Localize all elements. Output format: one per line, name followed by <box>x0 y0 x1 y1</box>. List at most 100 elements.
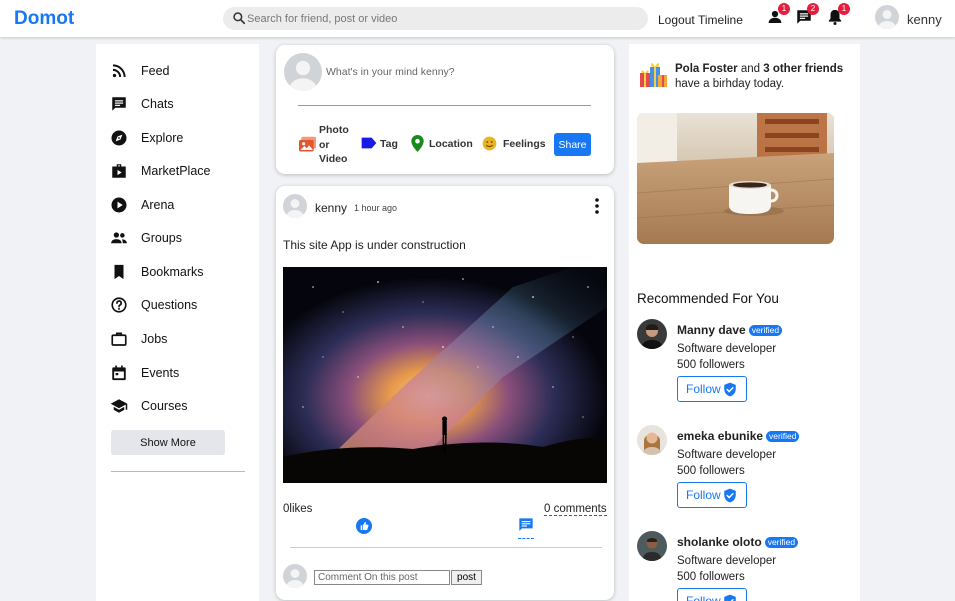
follow-label: Follow <box>686 382 721 396</box>
location-label: Location <box>429 138 473 150</box>
school-icon <box>110 399 128 413</box>
location-icon <box>411 135 424 152</box>
sidebar-item-explore[interactable]: Explore <box>110 127 250 149</box>
sidebar-item-arena[interactable]: Arena <box>110 194 250 216</box>
like-count: 0likes <box>283 503 313 515</box>
search-bar[interactable] <box>223 7 648 30</box>
follow-button[interactable]: Follow <box>677 482 747 508</box>
sidebar-item-events[interactable]: Events <box>110 362 250 384</box>
sidebar-item-groups[interactable]: Groups <box>110 227 250 249</box>
recommended-name[interactable]: sholanke oloto verified <box>677 535 799 549</box>
right-sidebar: Pola Foster and 3 other friends have a b… <box>629 44 860 601</box>
sidebar-item-label: Courses <box>141 399 188 413</box>
photo-label-line-2: or <box>319 138 330 151</box>
birthday-notice: Pola Foster and 3 other friends have a b… <box>675 62 855 92</box>
recommended-user: emeka ebunike verified Software developer… <box>637 425 852 525</box>
current-username[interactable]: kenny <box>907 12 942 27</box>
tag-option[interactable]: Tag <box>361 137 401 151</box>
recommended-followers: 500 followers <box>677 571 745 583</box>
recommended-job: Software developer <box>677 555 777 567</box>
comment-count[interactable]: 0 comments <box>544 503 607 516</box>
bookmark-icon <box>114 264 124 280</box>
sidebar-item-label: Chats <box>141 97 174 111</box>
sidebar-item-label: Feed <box>141 64 170 78</box>
recommended-name-text: Manny dave <box>677 323 746 337</box>
sidebar-item-label: Explore <box>141 131 184 145</box>
user-avatar[interactable] <box>875 5 899 29</box>
feelings-option[interactable]: Feelings <box>482 136 550 152</box>
photo-label-line-1: Photo <box>319 124 349 136</box>
photo-video-label: Photo or Video <box>319 123 349 167</box>
comment-input[interactable] <box>314 570 450 585</box>
tag-label: Tag <box>380 138 398 150</box>
recommended-job: Software developer <box>677 449 777 461</box>
timeline-link[interactable]: Timeline <box>698 13 743 27</box>
app-logo[interactable]: Domot <box>14 8 74 30</box>
post-author-avatar[interactable] <box>283 194 307 218</box>
sidebar-item-questions[interactable]: Questions <box>110 294 250 316</box>
messages-button[interactable]: 2 <box>795 3 819 26</box>
sidebar-item-label: Arena <box>141 198 175 212</box>
recommended-avatar[interactable] <box>637 319 667 349</box>
follow-label: Follow <box>686 488 721 502</box>
verified-shield-icon <box>724 594 736 601</box>
gift-icon <box>640 63 667 87</box>
photo-icon <box>299 136 316 152</box>
show-more-button[interactable]: Show More <box>111 430 225 455</box>
person-photo <box>637 425 667 455</box>
sidebar-divider <box>111 471 245 472</box>
recommended-name[interactable]: Manny dave verified <box>677 323 783 337</box>
comment-icon <box>519 518 533 531</box>
logout-link[interactable]: Logout <box>658 13 695 27</box>
default-avatar-icon <box>286 199 304 218</box>
create-post-card: Photo or Video Tag Location Feelings Share <box>276 45 614 174</box>
share-button[interactable]: Share <box>554 133 591 156</box>
sidebar-item-label: Bookmarks <box>141 265 204 279</box>
briefcase-icon <box>111 332 127 346</box>
verified-shield-icon <box>724 382 736 397</box>
promo-coffee-image[interactable] <box>637 113 834 244</box>
search-input[interactable] <box>247 7 642 30</box>
sidebar-item-label: MarketPlace <box>141 164 211 178</box>
sidebar-item-marketplace[interactable]: MarketPlace <box>110 160 250 182</box>
sidebar-item-label: Events <box>141 366 180 380</box>
more-vert-icon[interactable] <box>592 197 602 215</box>
chat-icon <box>112 97 126 111</box>
follow-button[interactable]: Follow <box>677 376 747 402</box>
recommended-user: sholanke oloto verified Software develope… <box>637 531 852 601</box>
post-card: kenny 1 hour ago This site App is under … <box>276 186 614 600</box>
follow-button[interactable]: Follow <box>677 588 747 601</box>
rss-feed-icon <box>112 64 126 78</box>
friend-requests-button[interactable]: 1 <box>766 3 790 26</box>
messages-badge: 2 <box>807 3 819 15</box>
recommended-name[interactable]: emeka ebunike verified <box>677 429 800 443</box>
follow-label: Follow <box>686 594 721 601</box>
post-status-input[interactable] <box>326 64 596 80</box>
photo-video-option[interactable]: Photo or Video <box>298 123 354 167</box>
recommended-avatar[interactable] <box>637 531 667 561</box>
default-avatar-icon <box>288 60 318 91</box>
sidebar-item-feed[interactable]: Feed <box>110 60 250 82</box>
sidebar-item-courses[interactable]: Courses <box>110 395 250 417</box>
sidebar-item-chats[interactable]: Chats <box>110 93 250 115</box>
sidebar-item-bookmarks[interactable]: Bookmarks <box>110 261 250 283</box>
post-image[interactable] <box>283 267 607 483</box>
coffee-cup-photo <box>637 113 834 244</box>
birthday-others[interactable]: 3 other friends <box>763 63 843 75</box>
notifications-badge: 1 <box>838 3 850 15</box>
photo-label-line-3: Video <box>319 153 348 165</box>
comment-button[interactable] <box>518 517 534 539</box>
notifications-button[interactable]: 1 <box>826 3 850 26</box>
default-avatar-icon <box>286 569 304 588</box>
recommended-avatar[interactable] <box>637 425 667 455</box>
birthday-friend-name[interactable]: Pola Foster <box>675 63 738 75</box>
sidebar-item-jobs[interactable]: Jobs <box>110 328 250 350</box>
help-circle-icon <box>111 297 127 313</box>
like-icon[interactable] <box>356 518 372 534</box>
post-author-name[interactable]: kenny <box>315 201 347 215</box>
location-option[interactable]: Location <box>411 135 473 152</box>
recommended-job: Software developer <box>677 343 777 355</box>
post-comment-button[interactable]: post <box>451 570 482 585</box>
sidebar-item-label: Questions <box>141 298 198 312</box>
birthday-message: have a birhday today. <box>675 78 785 90</box>
